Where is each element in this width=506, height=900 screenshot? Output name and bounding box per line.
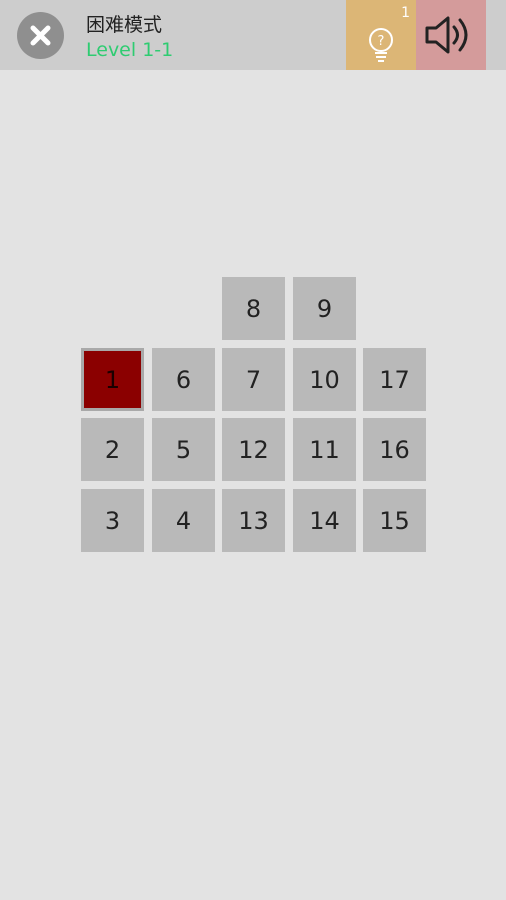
puzzle-tile-13[interactable]: 13	[222, 489, 285, 552]
puzzle-tile-8[interactable]: 8	[222, 277, 285, 340]
puzzle-tile-17[interactable]: 17	[363, 348, 426, 411]
puzzle-tile-7[interactable]: 7	[222, 348, 285, 411]
puzzle-tile-6[interactable]: 6	[152, 348, 215, 411]
puzzle-tile-5[interactable]: 5	[152, 418, 215, 481]
puzzle-board: 8 9 1 6 7 10 17 2 5 12 11 16 3 4 13 14 15	[0, 0, 506, 900]
puzzle-tile-10[interactable]: 10	[293, 348, 356, 411]
puzzle-tile-1[interactable]: 1	[81, 348, 144, 411]
puzzle-tile-11[interactable]: 11	[293, 418, 356, 481]
puzzle-tile-16[interactable]: 16	[363, 418, 426, 481]
puzzle-tile-14[interactable]: 14	[293, 489, 356, 552]
puzzle-tile-15[interactable]: 15	[363, 489, 426, 552]
puzzle-tile-4[interactable]: 4	[152, 489, 215, 552]
puzzle-tile-9[interactable]: 9	[293, 277, 356, 340]
puzzle-tile-3[interactable]: 3	[81, 489, 144, 552]
puzzle-tile-2[interactable]: 2	[81, 418, 144, 481]
puzzle-tile-12[interactable]: 12	[222, 418, 285, 481]
